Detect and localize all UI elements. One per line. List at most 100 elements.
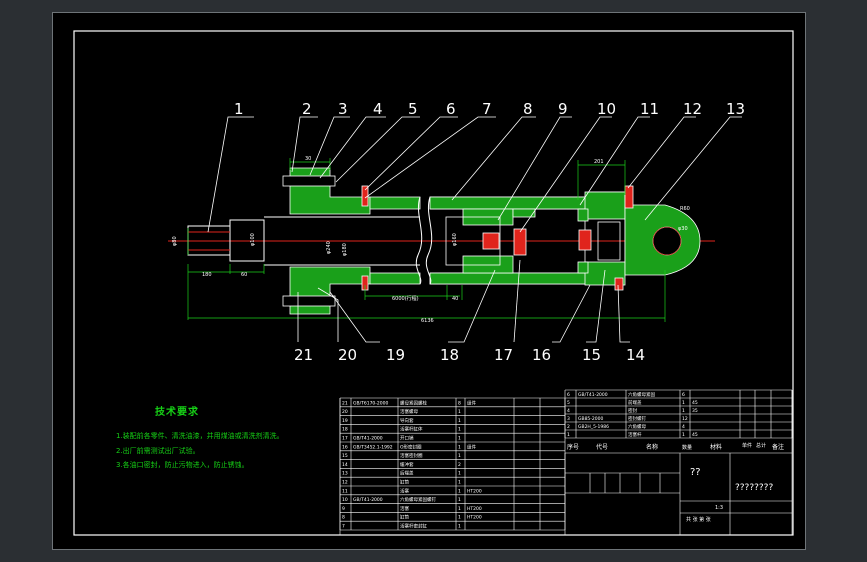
- title-sheet: 共 张 第 张: [686, 516, 711, 523]
- dim-r60: R60: [680, 206, 690, 212]
- bom-row-no: 10: [342, 497, 348, 503]
- dim-rod-dia: φ80: [172, 236, 178, 246]
- bom-row-qty: 1: [458, 506, 461, 512]
- bom-row-no: 20: [342, 409, 348, 415]
- bom-row-mat: 45: [692, 432, 698, 438]
- dim-6136: 6136: [421, 318, 434, 324]
- bom-row-no: 15: [342, 453, 348, 459]
- dim-bore1-dia: φ240: [326, 241, 332, 254]
- bom-header-code: 代号: [596, 443, 608, 451]
- tech-requirements-title: 技术要求: [155, 407, 199, 418]
- bom-header-unit: 单件: [742, 442, 752, 449]
- dim-201: 201: [594, 159, 604, 165]
- bom-row-no: 14: [342, 462, 348, 468]
- bom-row-no: 19: [342, 418, 348, 424]
- bom-row-no: 8: [342, 515, 345, 521]
- bom-row-qty: 4: [682, 424, 685, 430]
- title-scale: 1:3: [715, 505, 723, 511]
- bom-row-mat: HT200: [467, 488, 482, 494]
- bom-row-name: 缓冲套: [400, 461, 414, 468]
- bom-row-no: 17: [342, 436, 348, 442]
- bom-row-qty: 1: [458, 427, 461, 433]
- bom-row-qty: 1: [458, 497, 461, 503]
- bom-row-code: GB/T41-2000: [353, 497, 383, 503]
- bom-row-name: 六角螺母: [628, 423, 646, 430]
- balloon-13: 13: [726, 100, 745, 118]
- bom-row-no: 11: [342, 488, 348, 494]
- balloon-3: 3: [338, 100, 348, 118]
- bom-row-no: 7: [342, 524, 345, 530]
- dim-40: 40: [452, 296, 458, 302]
- bom-header-qty: 数量: [682, 444, 692, 451]
- balloon-6: 6: [446, 100, 456, 118]
- bom-row-no: 13: [342, 471, 348, 477]
- balloon-12: 12: [683, 100, 702, 118]
- bom-row-qty: 1: [458, 409, 461, 415]
- dim-60: 60: [241, 272, 247, 278]
- bom-row-no: 3: [567, 416, 570, 422]
- rear-clevis: [624, 204, 701, 276]
- bom-row-name: 活塞: [400, 487, 409, 494]
- bom-row-name: 活塞: [400, 505, 409, 512]
- balloon-16: 16: [532, 346, 551, 364]
- bom-row-name: 活塞密封圈: [400, 452, 423, 459]
- bom-row-no: 12: [342, 480, 348, 486]
- balloon-10: 10: [597, 100, 616, 118]
- balloon-20: 20: [338, 346, 357, 364]
- bom-row-qty: 6: [682, 392, 685, 398]
- bom-row-no: 6: [567, 392, 570, 398]
- dim-end-dia: φ100: [250, 233, 256, 246]
- bom-header-total: 总计: [756, 442, 766, 449]
- title-drawing-name: ????????: [735, 483, 773, 493]
- dimension-lines: [187, 158, 666, 322]
- balloon-15: 15: [582, 346, 601, 364]
- bom-row-name: 导向套: [400, 417, 414, 424]
- bom-row-name: 缸筒: [400, 514, 409, 521]
- tech-line-3: 3.各油口密封，防止污物进入，防止锈蚀。: [116, 461, 249, 469]
- dim-bore2-dia: φ180: [342, 243, 348, 256]
- balloon-14: 14: [626, 346, 645, 364]
- balloon-5: 5: [408, 100, 418, 118]
- bom-row-mat: 35: [692, 408, 698, 414]
- bom-row-qty: 12: [682, 416, 688, 422]
- balloon-7: 7: [482, 100, 492, 118]
- bom-row-qty: 1: [458, 444, 461, 450]
- bom-row-qty: 1: [458, 453, 461, 459]
- title-drawing-no: ??: [690, 467, 701, 478]
- dim-180: 180: [202, 272, 212, 278]
- balloon-19: 19: [386, 346, 405, 364]
- bom-row-mat: 组件: [467, 443, 476, 450]
- bom-row-qty: 1: [458, 515, 461, 521]
- bom-row-qty: 1: [458, 436, 461, 442]
- dim-6000: 6000(行程): [392, 295, 419, 302]
- bill-of-materials: 21 GB/T6170-2000 螺母紧固螺栓 8 组件20 活塞螺母 119 导向套 118 活…: [339, 389, 793, 536]
- bom-row-qty: 1: [458, 524, 461, 530]
- bom-row-name: O形密封圈: [400, 443, 422, 450]
- balloon-2: 2: [302, 100, 312, 118]
- bom-row-no: 21: [342, 400, 348, 406]
- bom-row-name: 缸筒: [400, 479, 409, 486]
- tech-line-1: 1.装配前各零件、清洗油漆，并用煤油或清洗剂清洗。: [116, 432, 284, 440]
- bom-row-code: GB/T41-2000: [353, 436, 383, 442]
- balloon-9: 9: [558, 100, 568, 118]
- bom-row-qty: 1: [458, 488, 461, 494]
- balloon-17: 17: [494, 346, 513, 364]
- dim-piston-dia: φ160: [452, 233, 458, 246]
- bom-header-note: 备注: [772, 443, 784, 451]
- bom-header-name: 名称: [646, 443, 658, 451]
- bom-row-name: 螺母紧固螺栓: [400, 399, 427, 406]
- dim-30: 30: [305, 156, 311, 162]
- bom-row-name: 活塞螺母: [400, 408, 418, 415]
- bom-row-mat: 45: [692, 400, 698, 406]
- bom-row-no: 4: [567, 408, 570, 414]
- balloon-4: 4: [373, 100, 383, 118]
- bom-row-name: 开口销: [400, 435, 414, 442]
- bom-row-name: 前端盖: [628, 399, 642, 406]
- bom-row-code: GB/T3452.1-1992: [353, 444, 393, 450]
- bom-row-no: 9: [342, 506, 345, 512]
- balloon-8: 8: [523, 100, 533, 118]
- bom-row-qty: 1: [458, 480, 461, 486]
- bom-row-name: 后端盖: [400, 470, 414, 477]
- bom-row-name: 活塞杆: [628, 431, 642, 438]
- balloon-18: 18: [440, 346, 459, 364]
